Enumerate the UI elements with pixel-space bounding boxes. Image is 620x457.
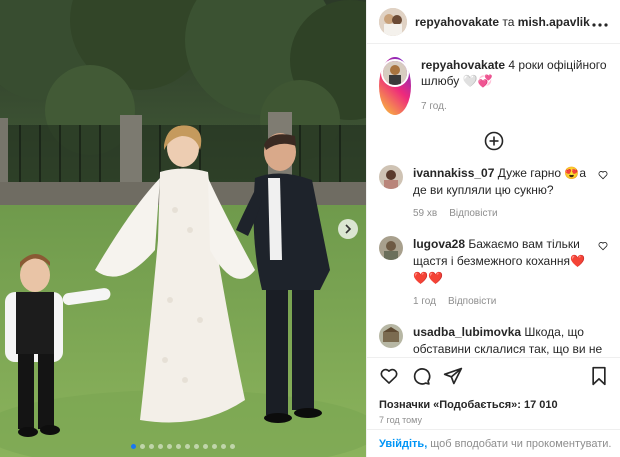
- like-comment-button[interactable]: [592, 165, 608, 222]
- comment-body: lugova28 Бажаємо вам тільки щастя і безм…: [413, 236, 592, 310]
- avatar-image: [379, 324, 403, 348]
- heart-icon: [380, 368, 398, 384]
- carousel-dot: [212, 444, 217, 449]
- carousel-dot: [131, 444, 136, 449]
- author-avatar[interactable]: [379, 7, 407, 36]
- avatar-image: [383, 61, 407, 85]
- carousel-dot: [158, 444, 163, 449]
- comment-time: 59 хв: [413, 208, 438, 219]
- header-usernames: repyahovakate та mish.apavlik: [415, 15, 592, 29]
- heart-icon: [598, 242, 608, 251]
- save-button[interactable]: [590, 366, 608, 389]
- comment-icon: [413, 368, 431, 385]
- next-slide-button[interactable]: [338, 219, 358, 239]
- share-button[interactable]: [443, 366, 463, 389]
- caption-body: repyahovakate 4 роки офіційного шлюбу 🤍💞…: [421, 57, 608, 115]
- commenter-avatar[interactable]: [379, 165, 403, 189]
- author-username[interactable]: repyahovakate: [415, 15, 499, 29]
- post-photo[interactable]: [0, 0, 366, 457]
- more-icon: [592, 22, 608, 27]
- carousel-dot: [140, 444, 145, 449]
- login-prompt: Увійдіть, щоб вподобати чи прокоментуват…: [367, 429, 620, 457]
- carousel-dot: [194, 444, 199, 449]
- connector-text: та: [502, 14, 515, 29]
- reply-button[interactable]: Відповісти: [449, 205, 497, 222]
- comment-body: ivannakiss_07 Дуже гарно 😍а де ви куплял…: [413, 165, 592, 222]
- comment-username[interactable]: lugova28: [413, 237, 465, 251]
- login-link[interactable]: Увійдіть,: [379, 438, 427, 450]
- carousel-dot: [167, 444, 172, 449]
- chevron-right-icon: [345, 224, 352, 234]
- post-caption: repyahovakate 4 роки офіційного шлюбу 🤍💞…: [367, 45, 620, 115]
- carousel-dot: [230, 444, 235, 449]
- avatar-image: [379, 236, 403, 260]
- heart-icon: [598, 171, 608, 180]
- likes-number: 17 010: [523, 399, 558, 411]
- caption-time: 7 год.: [421, 101, 447, 112]
- comment-button[interactable]: [411, 366, 431, 389]
- avatar-image: [379, 165, 403, 189]
- wedding-photo-image: [0, 0, 366, 457]
- bookmark-icon: [592, 366, 606, 386]
- caption-username[interactable]: repyahovakate: [421, 58, 505, 72]
- post-actions: [367, 357, 620, 397]
- carousel-dot: [185, 444, 190, 449]
- comment-meta: 59 хв Відповісти: [413, 205, 592, 222]
- comment-time: 1 год: [413, 296, 436, 307]
- comment-meta: 1 год Відповісти: [413, 293, 592, 310]
- carousel-indicator: [0, 444, 366, 449]
- like-button[interactable]: [379, 366, 399, 389]
- likes-count[interactable]: Позначки «Подобається»: 17 010: [379, 399, 558, 411]
- commenter-avatar[interactable]: [379, 324, 403, 348]
- likes-label: Позначки «Подобається»:: [379, 399, 521, 411]
- avatar-image: [379, 7, 407, 36]
- comment-body: usadba_lubimovka Шкода, що обставини скл…: [413, 324, 608, 357]
- carousel-dot: [221, 444, 226, 449]
- carousel-dot: [203, 444, 208, 449]
- post-sidebar: repyahovakate та mish.apavlik repyahovak…: [366, 0, 620, 457]
- share-icon: [443, 367, 463, 385]
- carousel-dot: [176, 444, 181, 449]
- comments-area[interactable]: repyahovakate 4 роки офіційного шлюбу 🤍💞…: [367, 45, 620, 357]
- more-options-button[interactable]: [592, 14, 608, 30]
- login-prompt-text: щоб вподобати чи прокоментувати.: [430, 437, 612, 450]
- post-actions-left: [379, 366, 590, 389]
- comment-username[interactable]: ivannakiss_07: [413, 166, 494, 180]
- collaborator-username[interactable]: mish.apavlik: [518, 15, 590, 29]
- reply-button[interactable]: Відповісти: [448, 293, 496, 310]
- comment-item: ivannakiss_07 Дуже гарно 😍а де ви куплял…: [367, 165, 620, 222]
- add-circle-icon: [484, 131, 503, 151]
- caption-avatar-ring: [379, 57, 411, 115]
- comment-item: lugova28 Бажаємо вам тільки щастя і безм…: [367, 236, 620, 310]
- comment-username[interactable]: usadba_lubimovka: [413, 325, 521, 339]
- post-timestamp: 7 год тому: [379, 415, 422, 425]
- post-header: repyahovakate та mish.apavlik: [367, 0, 620, 44]
- comment-item: usadba_lubimovka Шкода, що обставини скл…: [367, 324, 620, 357]
- like-comment-button[interactable]: [592, 236, 608, 310]
- carousel-dot: [149, 444, 154, 449]
- load-more-comments-button[interactable]: [367, 131, 620, 151]
- commenter-avatar[interactable]: [379, 236, 403, 260]
- caption-avatar[interactable]: [381, 59, 409, 87]
